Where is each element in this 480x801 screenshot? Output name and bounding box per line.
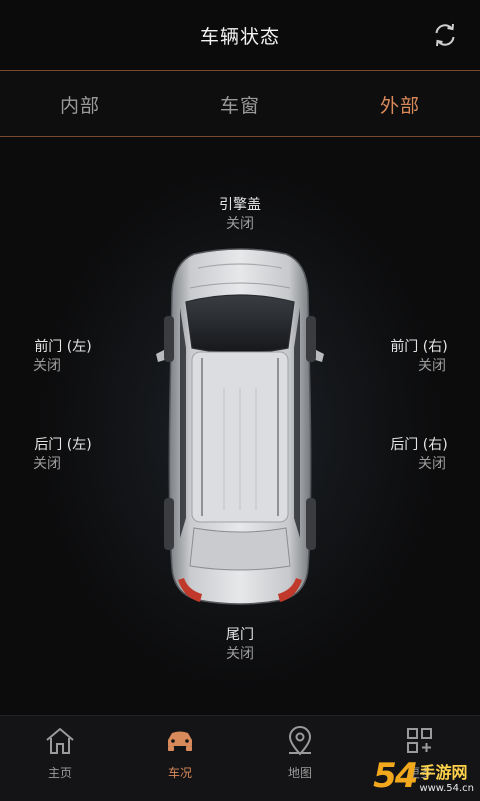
- tab-bar: 内部 车窗 外部: [0, 72, 480, 136]
- nav-vehicle-status-label: 车况: [167, 766, 192, 780]
- nav-vehicle-status[interactable]: 车况: [120, 716, 240, 801]
- front-right-door-status: 前门 (右) 关闭: [374, 338, 464, 376]
- tailgate-label: 尾门: [226, 627, 254, 643]
- vehicle-status-area: 引擎盖 关闭 前门 (左) 关闭 前门 (右) 关闭 后门 (左) 关闭 后门 …: [0, 138, 480, 715]
- front-left-door-status: 前门 (左) 关闭: [18, 338, 108, 376]
- watermark-url: www.54.cn: [419, 782, 474, 794]
- home-icon: [46, 727, 74, 754]
- watermark-number: 54: [373, 756, 418, 796]
- tab-windows[interactable]: 车窗: [160, 91, 320, 118]
- grid-plus-icon: [407, 728, 432, 753]
- rear-left-door-label: 后门 (左): [34, 437, 92, 453]
- front-right-door-label: 前门 (右): [390, 339, 448, 355]
- car-top-view: [156, 248, 324, 605]
- front-left-door-state: 关闭: [33, 358, 61, 374]
- tailgate-status: 尾门 关闭: [190, 626, 290, 664]
- tab-divider: [0, 136, 480, 137]
- front-left-door-label: 前门 (左): [34, 339, 92, 355]
- rear-left-door-state: 关闭: [33, 456, 61, 472]
- nav-home[interactable]: 主页: [0, 716, 120, 801]
- refresh-button[interactable]: [430, 20, 460, 50]
- car-icon: [168, 731, 192, 751]
- map-pin-icon: [288, 726, 312, 756]
- site-watermark: 54 手游网 www.54.cn: [373, 756, 474, 796]
- page-title: 车辆状态: [199, 25, 280, 48]
- watermark-site: 手游网: [419, 762, 468, 782]
- nav-home-label: 主页: [47, 766, 72, 780]
- front-right-door-state: 关闭: [418, 358, 446, 374]
- rear-right-door-status: 后门 (右) 关闭: [374, 436, 464, 474]
- refresh-icon: [435, 23, 455, 47]
- hood-label: 引擎盖: [219, 197, 261, 213]
- rear-right-door-state: 关闭: [418, 456, 446, 472]
- tab-interior[interactable]: 内部: [0, 91, 160, 118]
- app-header: 车辆状态: [0, 0, 480, 70]
- nav-map[interactable]: 地图: [240, 716, 360, 801]
- rear-right-door-label: 后门 (右): [390, 437, 448, 453]
- tab-exterior[interactable]: 外部: [320, 91, 480, 118]
- hood-status: 引擎盖 关闭: [190, 196, 290, 234]
- tailgate-state: 关闭: [226, 646, 254, 662]
- hood-state: 关闭: [226, 216, 254, 232]
- header-divider: [0, 70, 480, 71]
- rear-left-door-status: 后门 (左) 关闭: [18, 436, 108, 474]
- nav-map-label: 地图: [287, 766, 312, 780]
